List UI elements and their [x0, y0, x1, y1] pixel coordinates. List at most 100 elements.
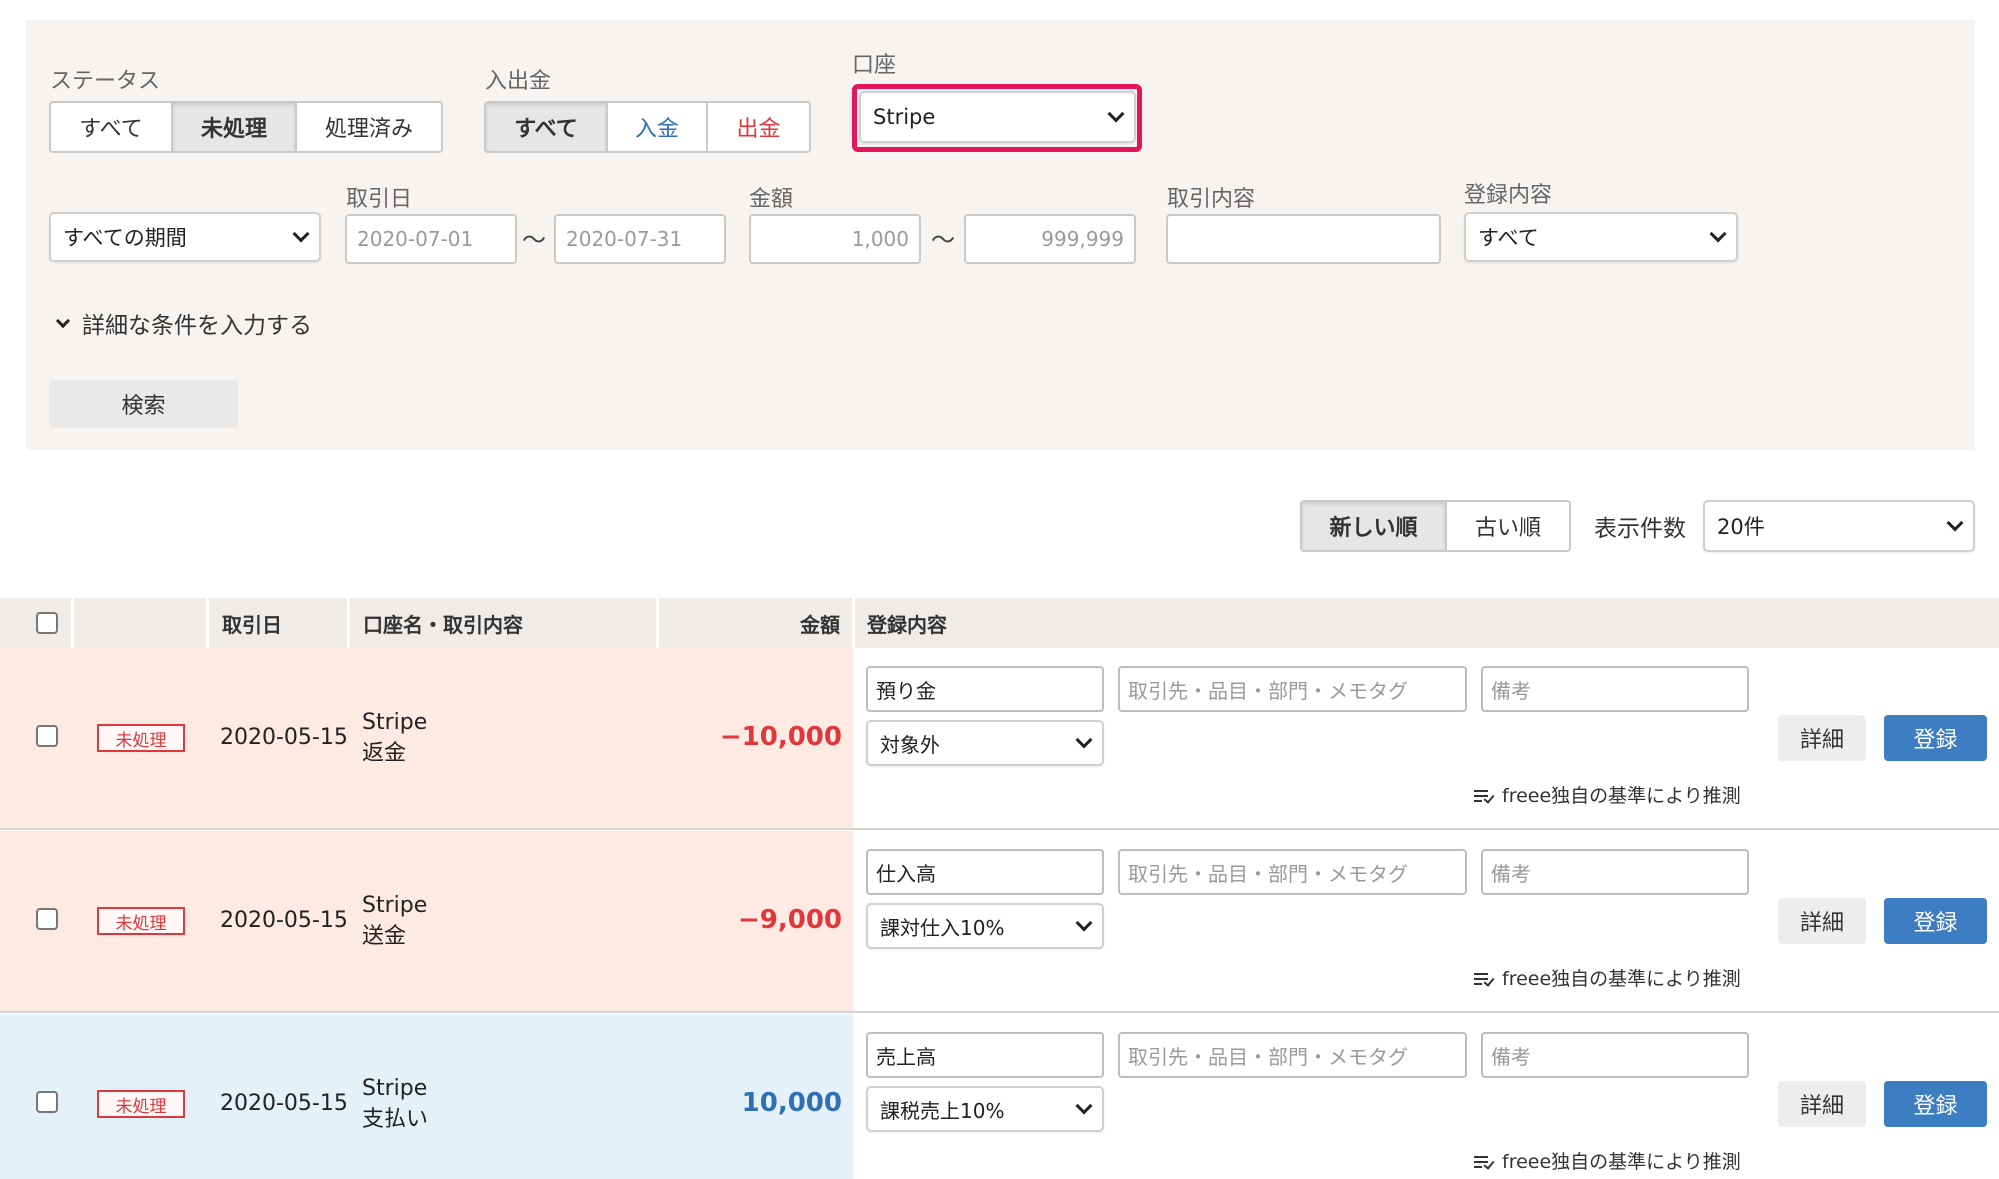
guess-note: freee独自の基準により推測: [1474, 1147, 1741, 1174]
header-amount: 金額: [800, 612, 840, 637]
header-divider: [347, 598, 350, 648]
date-label: 取引日: [346, 187, 413, 212]
tax-select[interactable]: 課税売上10%: [866, 1086, 1104, 1132]
guess-icon: [1474, 1151, 1498, 1171]
inout-expense-button[interactable]: 出金: [708, 103, 809, 151]
table-row: 未処理 2020-05-15 Stripe 送金 −9,000 仕入高 取引先・…: [0, 831, 1999, 1013]
select-all-checkbox[interactable]: [36, 612, 58, 634]
chevron-down-icon: [1075, 914, 1093, 932]
registration-label: 登録内容: [1464, 183, 1553, 208]
account-item-input[interactable]: 仕入高: [866, 849, 1104, 895]
status-unprocessed-button[interactable]: 未処理: [173, 103, 297, 151]
row-description: 支払い: [362, 1107, 429, 1132]
row-account: Stripe: [362, 710, 428, 735]
memo-input[interactable]: 備考: [1481, 1032, 1749, 1078]
amount-tilde: 〜: [931, 226, 955, 254]
status-label: ステータス: [50, 69, 161, 94]
description-label: 取引内容: [1167, 187, 1256, 212]
tax-select-value: 対象外: [880, 732, 940, 757]
page-size-select-value: 20件: [1717, 515, 1765, 539]
inout-all-button[interactable]: すべて: [486, 103, 608, 151]
amount-from-input[interactable]: 1,000: [749, 214, 921, 264]
register-button[interactable]: 登録: [1884, 715, 1987, 761]
partner-tag-input[interactable]: 取引先・品目・部門・メモタグ: [1118, 849, 1467, 895]
inout-label: 入出金: [485, 69, 552, 94]
tax-select[interactable]: 対象外: [866, 720, 1104, 766]
tax-select[interactable]: 課対仕入10%: [866, 903, 1104, 949]
header-divider: [852, 598, 855, 648]
row-checkbox[interactable]: [36, 725, 58, 747]
amount-to-input[interactable]: 999,999: [964, 214, 1136, 264]
register-button[interactable]: 登録: [1884, 898, 1987, 944]
detail-button[interactable]: 詳細: [1778, 1081, 1866, 1127]
status-processed-button[interactable]: 処理済み: [297, 103, 441, 151]
description-input[interactable]: [1166, 214, 1441, 264]
header-account: 口座名・取引内容: [363, 612, 523, 637]
header-registration: 登録内容: [867, 612, 947, 637]
date-tilde: 〜: [522, 226, 546, 254]
chevron-down-icon: [55, 313, 71, 329]
status-badge: 未処理: [97, 907, 185, 935]
period-select[interactable]: すべての期間: [49, 212, 321, 262]
register-button[interactable]: 登録: [1884, 1081, 1987, 1127]
header-divider: [71, 598, 74, 648]
guess-note: freee独自の基準により推測: [1474, 964, 1741, 991]
date-from-input[interactable]: 2020-07-01: [345, 214, 517, 264]
details-toggle-label: 詳細な条件を入力する: [82, 313, 312, 339]
row-date: 2020-05-15: [220, 1091, 348, 1116]
table-row: 未処理 2020-05-15 Stripe 返金 −10,000 預り金 取引先…: [0, 648, 1999, 830]
row-description: 送金: [362, 924, 407, 949]
date-to-input[interactable]: 2020-07-31: [554, 214, 726, 264]
row-date: 2020-05-15: [220, 725, 348, 750]
details-toggle[interactable]: 詳細な条件を入力する: [52, 306, 312, 340]
guess-text: freee独自の基準により推測: [1502, 968, 1741, 990]
status-segmented: すべて 未処理 処理済み: [49, 101, 443, 153]
memo-input[interactable]: 備考: [1481, 849, 1749, 895]
guess-icon: [1474, 968, 1498, 988]
row-checkbox[interactable]: [36, 1091, 58, 1113]
chevron-down-icon: [1946, 514, 1964, 532]
sort-oldest-button[interactable]: 古い順: [1447, 502, 1569, 550]
registration-select[interactable]: すべて: [1464, 212, 1738, 262]
sort-newest-button[interactable]: 新しい順: [1302, 502, 1447, 550]
guess-text: freee独自の基準により推測: [1502, 785, 1741, 807]
header-divider: [656, 598, 659, 648]
partner-tag-input[interactable]: 取引先・品目・部門・メモタグ: [1118, 1032, 1467, 1078]
row-divider: [0, 1011, 1999, 1013]
registration-select-value: すべて: [1478, 226, 1539, 250]
memo-input[interactable]: 備考: [1481, 666, 1749, 712]
account-label: 口座: [852, 53, 897, 78]
row-account: Stripe: [362, 1076, 428, 1101]
amount-label: 金額: [749, 187, 794, 212]
guess-text: freee独自の基準により推測: [1502, 1151, 1741, 1173]
inout-segmented: すべて 入金 出金: [484, 101, 811, 153]
account-item-input[interactable]: 預り金: [866, 666, 1104, 712]
inout-income-button[interactable]: 入金: [608, 103, 708, 151]
status-badge: 未処理: [97, 724, 185, 752]
row-amount: −9,000: [737, 905, 842, 935]
highlight-box: [852, 84, 1142, 152]
row-divider: [0, 828, 1999, 830]
row-description: 返金: [362, 741, 407, 766]
guess-icon: [1474, 785, 1498, 805]
page-size-label: 表示件数: [1594, 516, 1686, 542]
chevron-down-icon: [1075, 1097, 1093, 1115]
account-item-input[interactable]: 売上高: [866, 1032, 1104, 1078]
status-badge: 未処理: [97, 1090, 185, 1118]
page-size-select[interactable]: 20件: [1703, 500, 1975, 552]
row-amount: 10,000: [741, 1088, 842, 1118]
row-account: Stripe: [362, 893, 428, 918]
search-button[interactable]: 検索: [49, 380, 238, 428]
chevron-down-icon: [1075, 731, 1093, 749]
guess-note: freee独自の基準により推測: [1474, 781, 1741, 808]
table-header: 取引日 口座名・取引内容 金額 登録内容: [0, 598, 1999, 648]
status-all-button[interactable]: すべて: [51, 103, 173, 151]
sort-segmented: 新しい順 古い順: [1300, 500, 1571, 552]
detail-button[interactable]: 詳細: [1778, 898, 1866, 944]
detail-button[interactable]: 詳細: [1778, 715, 1866, 761]
row-date: 2020-05-15: [220, 908, 348, 933]
partner-tag-input[interactable]: 取引先・品目・部門・メモタグ: [1118, 666, 1467, 712]
header-date: 取引日: [222, 612, 282, 637]
chevron-down-icon: [1709, 225, 1727, 243]
row-checkbox[interactable]: [36, 908, 58, 930]
